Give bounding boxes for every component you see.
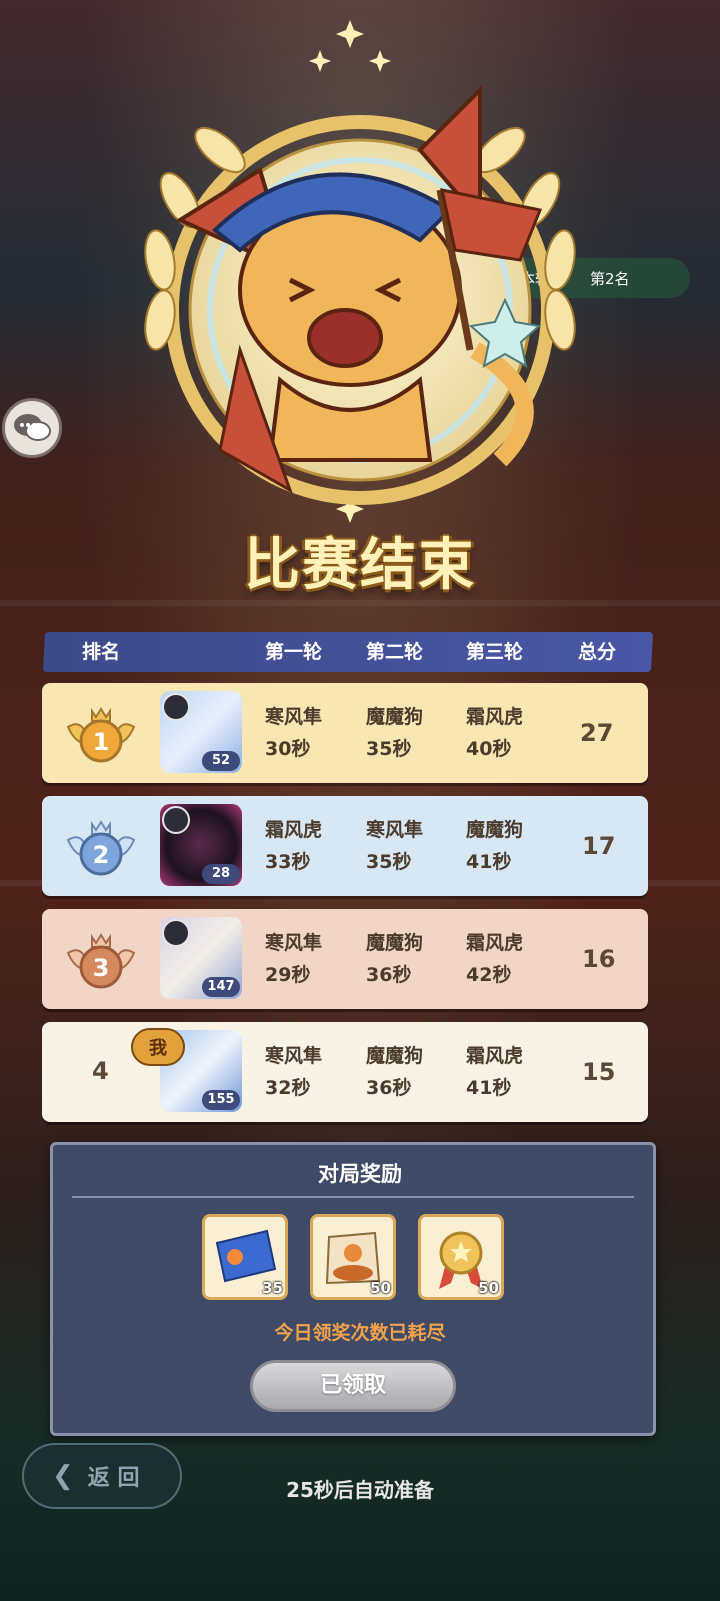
rank-number: 4 xyxy=(92,1057,109,1085)
round2-pet: 魔魔狗 xyxy=(366,706,424,728)
divider xyxy=(72,1196,634,1198)
reward-item[interactable]: 35 xyxy=(202,1214,288,1300)
avatar[interactable]: 52 xyxy=(160,691,242,773)
reward-count: 35 xyxy=(262,1279,283,1297)
round1-time: 29秒 xyxy=(265,964,311,986)
round1-pet: 寒风隼 xyxy=(265,1045,323,1067)
gold-rank-badge-icon: 1 xyxy=(66,707,136,763)
round2-time: 35秒 xyxy=(366,738,412,760)
round3-time: 42秒 xyxy=(466,964,512,986)
round2-pet: 魔魔狗 xyxy=(366,932,424,954)
level-badge: 147 xyxy=(202,977,240,997)
round1-pet: 霜风虎 xyxy=(265,819,323,841)
total-score: 17 xyxy=(582,832,616,860)
round2-time: 35秒 xyxy=(366,851,412,873)
auto-ready-countdown: 25秒后自动准备 xyxy=(286,1478,434,1502)
level-badge: 28 xyxy=(202,864,240,884)
round1-time: 30秒 xyxy=(265,738,311,760)
round1-pet: 寒风隼 xyxy=(265,932,323,954)
rank-number: 1 xyxy=(93,728,110,756)
role-pickaxe-icon xyxy=(162,806,190,834)
total-score: 16 xyxy=(582,945,616,973)
claimed-button[interactable]: 已领取 xyxy=(250,1360,456,1412)
header-round1: 第一轮 xyxy=(265,641,323,663)
total-score: 15 xyxy=(582,1058,616,1086)
round1-time: 33秒 xyxy=(265,851,311,873)
level-badge: 155 xyxy=(202,1090,240,1110)
page-title: 比赛结束 xyxy=(244,533,476,598)
round3-time: 40秒 xyxy=(466,738,512,760)
me-badge: 我 xyxy=(131,1028,185,1066)
reward-count: 50 xyxy=(370,1279,391,1297)
round1-time: 32秒 xyxy=(265,1077,311,1099)
round3-pet: 霜风虎 xyxy=(466,932,524,954)
header-round3: 第三轮 xyxy=(466,641,524,663)
silver-rank-badge-icon: 2 xyxy=(66,820,136,876)
round3-pet: 魔魔狗 xyxy=(466,819,524,841)
role-sword-icon xyxy=(162,693,190,721)
total-score: 27 xyxy=(580,719,614,747)
level-badge: 52 xyxy=(202,751,240,771)
round2-time: 36秒 xyxy=(366,964,412,986)
rank-number: 3 xyxy=(93,954,110,982)
reward-limit-notice: 今日领奖次数已耗尽 xyxy=(274,1322,446,1344)
reward-item[interactable]: 50 xyxy=(418,1214,504,1300)
rank-number: 2 xyxy=(93,841,110,869)
avatar[interactable]: 28 xyxy=(160,804,242,886)
chat-icon xyxy=(14,414,51,441)
header-rank: 排名 xyxy=(82,641,121,663)
header-round2: 第二轮 xyxy=(366,641,424,663)
round3-time: 41秒 xyxy=(466,1077,512,1099)
role-compass-icon xyxy=(162,919,190,947)
round2-time: 36秒 xyxy=(366,1077,412,1099)
reward-count: 50 xyxy=(478,1279,499,1297)
header-total: 总分 xyxy=(578,641,617,663)
round3-time: 41秒 xyxy=(466,851,512,873)
round3-pet: 霜风虎 xyxy=(466,706,524,728)
round2-pet: 魔魔狗 xyxy=(366,1045,424,1067)
reward-title: 对局奖励 xyxy=(318,1162,402,1186)
avatar[interactable]: 147 xyxy=(160,917,242,999)
round1-pet: 寒风隼 xyxy=(265,706,323,728)
bronze-rank-badge-icon: 3 xyxy=(66,933,136,989)
table-header-bar xyxy=(42,632,654,672)
reward-item[interactable]: 50 xyxy=(310,1214,396,1300)
chat-button[interactable] xyxy=(2,398,62,458)
victory-emblem xyxy=(144,20,576,523)
round2-pet: 寒风隼 xyxy=(366,819,424,841)
round3-pet: 霜风虎 xyxy=(466,1045,524,1067)
